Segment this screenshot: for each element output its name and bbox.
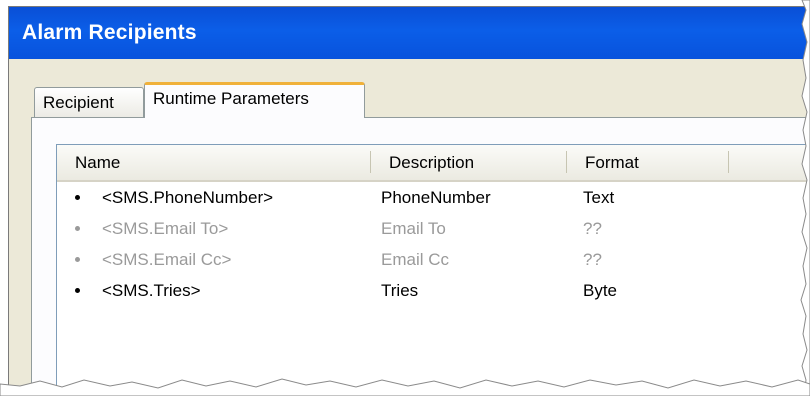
- parameters-list[interactable]: Name Description Format <SMS.PhoneNumber…: [56, 144, 810, 391]
- param-name: <SMS.Email Cc>: [102, 250, 232, 269]
- tab-runtime-parameters[interactable]: Runtime Parameters: [144, 82, 365, 118]
- param-description: Email To: [381, 219, 446, 238]
- dialog-body: Recipient Runtime Parameters Name Descri…: [9, 59, 810, 391]
- list-header: Name Description Format: [57, 145, 810, 182]
- param-description: Email Cc: [381, 250, 450, 269]
- column-header-name[interactable]: Name: [57, 145, 371, 180]
- runtime-parameters-panel: Name Description Format <SMS.PhoneNumber…: [31, 117, 810, 391]
- window-title: Alarm Recipients: [22, 21, 197, 44]
- param-description: Tries: [381, 281, 419, 300]
- param-name: <SMS.Tries>: [102, 281, 201, 300]
- column-header-description[interactable]: Description: [371, 145, 567, 180]
- bullet-icon: [75, 288, 80, 293]
- list-item[interactable]: <SMS.PhoneNumber> PhoneNumber Text: [57, 182, 810, 213]
- param-format: Text: [583, 188, 615, 207]
- param-format: Byte: [583, 281, 618, 300]
- param-format: ??: [583, 250, 602, 269]
- column-header-format[interactable]: Format: [567, 145, 729, 180]
- list-item[interactable]: <SMS.Email Cc> Email Cc ??: [57, 244, 810, 275]
- bullet-icon: [75, 195, 80, 200]
- param-name: <SMS.PhoneNumber>: [102, 188, 274, 207]
- param-name: <SMS.Email To>: [102, 219, 229, 238]
- title-bar[interactable]: Alarm Recipients: [9, 7, 810, 59]
- alarm-recipients-window: Alarm Recipients Recipient Runtime Param…: [8, 6, 810, 391]
- bullet-icon: [75, 226, 80, 231]
- param-description: PhoneNumber: [381, 188, 491, 207]
- bullet-icon: [75, 257, 80, 262]
- param-format: ??: [583, 219, 602, 238]
- tab-recipient[interactable]: Recipient: [34, 87, 144, 117]
- list-item[interactable]: <SMS.Email To> Email To ??: [57, 213, 810, 244]
- list-item[interactable]: <SMS.Tries> Tries Byte: [57, 275, 810, 306]
